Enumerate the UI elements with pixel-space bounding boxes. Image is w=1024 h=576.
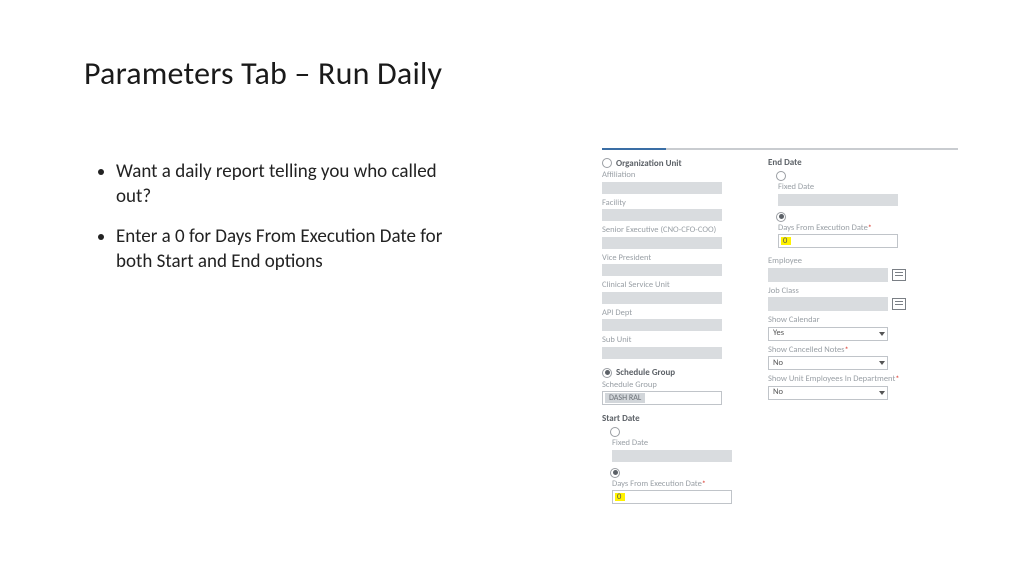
org-unit-header[interactable]: Organization Unit <box>602 158 760 168</box>
start-fixed-date-label: Fixed Date <box>612 439 760 448</box>
show-calendar-label: Show Calendar <box>768 316 916 325</box>
parameters-panel: Organization Unit Affiliation Facility S… <box>602 148 958 509</box>
start-days-from-label: Days From Execution Date* <box>612 480 760 489</box>
select-value: Yes <box>773 329 784 338</box>
schedule-group-header-label: Schedule Group <box>616 368 675 377</box>
chevron-down-icon <box>879 391 885 395</box>
radio-icon[interactable] <box>776 212 786 222</box>
start-date-days-option[interactable] <box>610 468 760 478</box>
sub-unit-input <box>602 347 722 359</box>
schedule-group-label: Schedule Group <box>602 381 760 390</box>
show-cancelled-label: Show Cancelled Notes* <box>768 346 916 355</box>
affiliation-label: Affiliation <box>602 171 760 180</box>
schedule-group-header[interactable]: Schedule Group <box>602 368 760 378</box>
radio-icon[interactable] <box>602 158 612 168</box>
employee-input[interactable] <box>768 268 888 282</box>
slide-title: Parameters Tab – Run Daily <box>84 54 442 93</box>
senior-exec-input <box>602 237 722 249</box>
start-date-header: Start Date <box>602 414 640 423</box>
vp-label: Vice President <box>602 254 760 263</box>
vp-input <box>602 264 722 276</box>
end-date-fixed-option[interactable] <box>776 171 916 181</box>
bullet-item: Enter a 0 for Days From Execution Date f… <box>116 225 476 274</box>
end-date-days-option[interactable] <box>776 212 916 222</box>
show-calendar-select[interactable]: Yes <box>768 327 888 341</box>
api-dept-input <box>602 319 722 331</box>
list-icon[interactable] <box>892 269 906 281</box>
senior-exec-label: Senior Executive (CNO-CFO-COO) <box>602 226 760 235</box>
start-date-fixed-option[interactable] <box>610 427 760 437</box>
radio-icon[interactable] <box>776 171 786 181</box>
job-class-label: Job Class <box>768 287 916 296</box>
highlighted-value: 0 <box>781 237 791 246</box>
api-dept-label: API Dept <box>602 309 760 318</box>
affiliation-input <box>602 182 722 194</box>
chevron-down-icon <box>879 332 885 336</box>
select-value: No <box>773 359 783 368</box>
end-days-from-input[interactable]: 0 <box>778 234 898 248</box>
chevron-down-icon <box>879 361 885 365</box>
end-days-from-label: Days From Execution Date* <box>778 224 916 233</box>
show-cancelled-select[interactable]: No <box>768 356 888 370</box>
schedule-group-input[interactable]: DASH RAL <box>602 391 722 405</box>
job-class-input[interactable] <box>768 297 888 311</box>
end-fixed-date-label: Fixed Date <box>778 183 916 192</box>
show-unit-emp-select[interactable]: No <box>768 386 888 400</box>
sub-unit-label: Sub Unit <box>602 336 760 345</box>
start-days-from-input[interactable]: 0 <box>612 490 732 504</box>
show-unit-emp-label: Show Unit Employees In Department* <box>768 375 916 384</box>
clinical-input <box>602 292 722 304</box>
start-fixed-date-input <box>612 450 732 462</box>
bullet-list: Want a daily report telling you who call… <box>96 160 476 291</box>
radio-icon[interactable] <box>610 468 620 478</box>
clinical-label: Clinical Service Unit <box>602 281 760 290</box>
tab-strip <box>602 148 958 150</box>
radio-icon[interactable] <box>602 368 612 378</box>
org-unit-label: Organization Unit <box>616 159 682 168</box>
end-fixed-date-input <box>778 194 898 206</box>
schedule-group-chip: DASH RAL <box>605 393 645 403</box>
facility-label: Facility <box>602 199 760 208</box>
highlighted-value: 0 <box>615 493 625 502</box>
radio-icon[interactable] <box>610 427 620 437</box>
bullet-item: Want a daily report telling you who call… <box>116 160 476 209</box>
list-icon[interactable] <box>892 298 906 310</box>
employee-label: Employee <box>768 257 916 266</box>
facility-input <box>602 209 722 221</box>
select-value: No <box>773 388 783 397</box>
end-date-header: End Date <box>768 158 802 167</box>
